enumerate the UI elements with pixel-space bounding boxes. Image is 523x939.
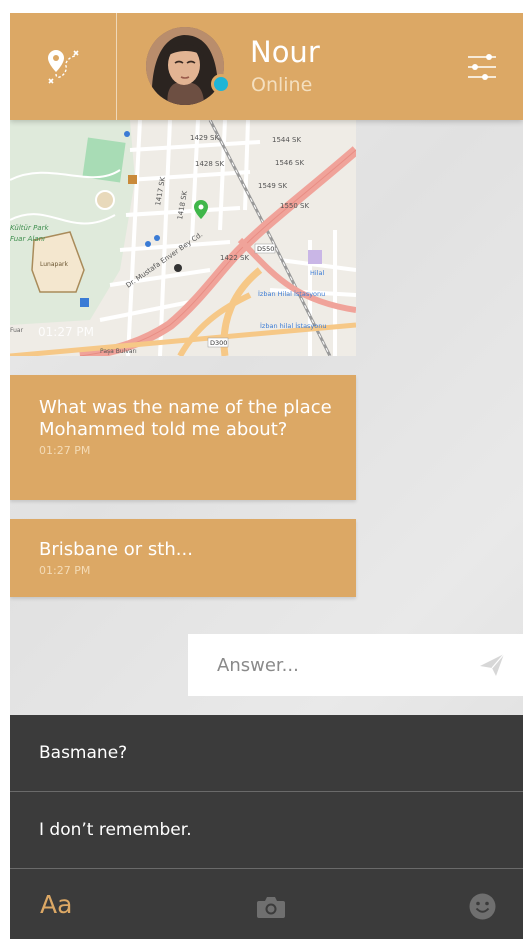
send-button[interactable] — [478, 652, 506, 678]
map-label: 1428 SK — [195, 160, 224, 168]
route-button[interactable] — [10, 13, 117, 120]
filter-button[interactable] — [462, 47, 502, 87]
message-time: 01:27 PM — [38, 325, 94, 339]
map-label: 1422 SK — [220, 254, 249, 262]
map-label: D300 — [210, 339, 227, 347]
message-text: Brisbane or sth... — [39, 539, 193, 560]
message-time: 01:27 PM — [39, 444, 91, 457]
map-label: Hilal — [310, 269, 324, 277]
send-icon — [480, 653, 505, 676]
emoji-button[interactable] — [469, 893, 496, 920]
map-label: Fuar — [10, 327, 24, 334]
chat-header: Nour Online — [10, 13, 523, 120]
quick-replies-panel: Basmane? I don’t remember. Aa — [10, 715, 523, 939]
contact-name[interactable]: Nour — [250, 35, 320, 69]
text-format-button[interactable]: Aa — [40, 890, 72, 920]
camera-icon — [257, 897, 285, 918]
map-label: İzban hilal İstasyonu — [260, 321, 327, 330]
sliders-icon — [468, 54, 496, 80]
map-label: Fuar Alanı — [10, 235, 45, 243]
input-toolbar: Aa — [10, 870, 523, 939]
map-label: 1544 SK — [272, 136, 301, 144]
incoming-message[interactable]: Brisbane or sth... 01:27 PM — [10, 519, 356, 597]
map-label: 1549 SK — [258, 182, 287, 190]
chat-screen: Nour Online 1429 SK 1428 SK 1422 SK 1417… — [10, 13, 523, 939]
incoming-message[interactable]: What was the name of the place Mohammed … — [10, 375, 356, 500]
map-label: Kültür Park — [10, 224, 49, 232]
map-label: 1546 SK — [275, 159, 304, 167]
camera-button[interactable] — [256, 895, 286, 919]
answer-input[interactable] — [217, 634, 457, 696]
map-route-icon — [48, 49, 79, 84]
location-map-message[interactable]: 1429 SK 1428 SK 1422 SK 1417 SK 1418 SK … — [10, 120, 356, 356]
map-label: Lunapark — [40, 261, 68, 268]
map-label: İzban Hilal İstasyonu — [258, 289, 325, 298]
quick-reply-option[interactable]: Basmane? — [10, 715, 523, 792]
message-text: What was the name of the place Mohammed … — [39, 397, 332, 440]
map-label: 1550 SK — [280, 202, 309, 210]
map-label: D550 — [257, 245, 274, 253]
map-image: 1429 SK 1428 SK 1422 SK 1417 SK 1418 SK … — [10, 120, 356, 356]
map-label: 1429 SK — [190, 134, 219, 142]
online-status-indicator — [211, 74, 231, 94]
answer-bar — [188, 634, 523, 696]
quick-reply-option[interactable]: I don’t remember. — [10, 792, 523, 869]
map-label: Paşa Bulvarı — [100, 348, 137, 355]
message-time: 01:27 PM — [39, 564, 91, 577]
emoji-icon — [469, 893, 496, 920]
contact-status: Online — [251, 74, 313, 96]
contact-avatar[interactable] — [146, 27, 224, 105]
